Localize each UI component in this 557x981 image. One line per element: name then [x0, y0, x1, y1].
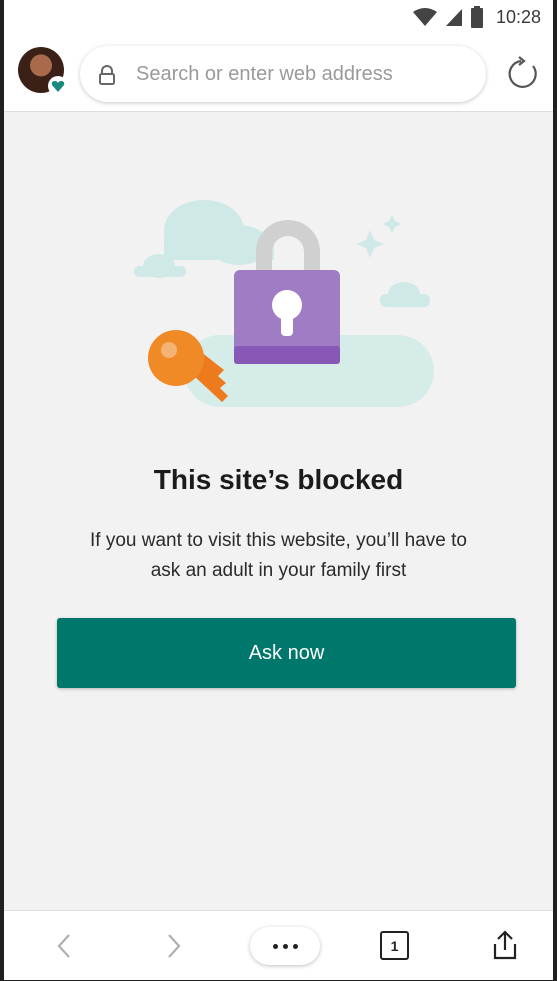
status-bar: 10:28: [4, 0, 553, 34]
back-icon[interactable]: [54, 933, 74, 959]
family-badge: [48, 76, 68, 96]
address-bar[interactable]: [80, 46, 486, 102]
address-input[interactable]: [136, 60, 466, 88]
heart-shield-icon: [51, 81, 65, 92]
lock-icon: [99, 65, 115, 85]
ask-now-button[interactable]: Ask now: [57, 618, 516, 688]
more-icon: [272, 943, 278, 949]
share-icon[interactable]: [490, 929, 520, 961]
lock-body-base: [234, 346, 340, 364]
bottom-bar: 1: [4, 910, 553, 980]
battery-icon: [470, 6, 483, 28]
tabs-button[interactable]: 1: [380, 931, 409, 960]
browser-frame: 10:28 Search or enter web address This s…: [0, 0, 557, 981]
tab-count: 1: [390, 937, 399, 954]
page-title: This site’s blocked: [153, 464, 404, 495]
top-bar: [4, 34, 553, 112]
forward-icon[interactable]: [164, 933, 184, 959]
blocked-illustration: [134, 200, 434, 407]
signal-icon: [445, 9, 462, 26]
wifi-icon: [412, 8, 437, 26]
more-button[interactable]: [250, 927, 320, 965]
status-time: 10:28: [495, 6, 541, 27]
message-line-1: If you want to visit this website, you’l…: [89, 530, 467, 551]
blocked-message: If you want to visit this website, you’l…: [64, 526, 493, 586]
message-line-2: ask an adult in your family first: [150, 560, 407, 581]
sparkle-shapes: [356, 214, 402, 258]
lock-shackle: [256, 220, 320, 272]
refresh-icon[interactable]: [505, 56, 541, 92]
